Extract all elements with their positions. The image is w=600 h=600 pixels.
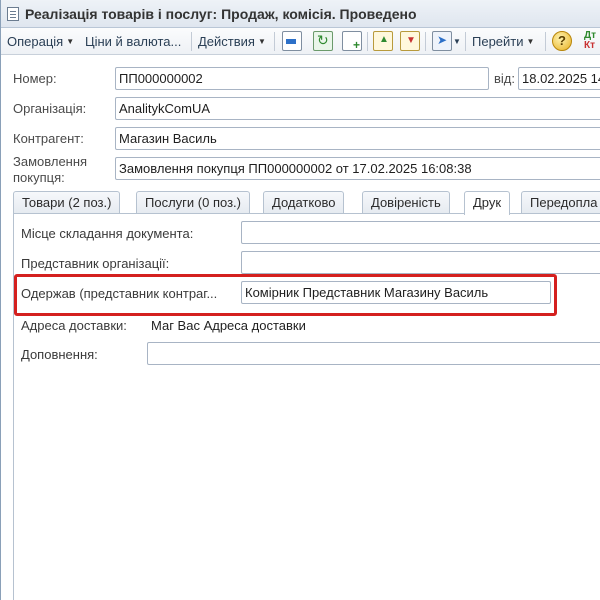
copy-document-icon[interactable] <box>342 31 362 52</box>
tab-prepayment[interactable]: Передопла <box>521 191 600 214</box>
document-icon <box>7 7 19 21</box>
toolbar-separator <box>191 32 192 51</box>
actions-menu[interactable]: Действия ▼ <box>198 32 266 51</box>
toolbar-separator <box>425 32 426 51</box>
number-label: Номер: <box>13 71 57 86</box>
customer-order-label: Замовлення покупця: <box>13 154 87 186</box>
unpost-document-icon[interactable] <box>400 31 420 51</box>
post-document-icon[interactable] <box>373 31 393 51</box>
org-representative-field[interactable] <box>241 251 600 274</box>
toolbar-separator <box>274 32 275 51</box>
counterparty-field[interactable]: Магазин Василь <box>115 127 600 150</box>
toolbar-separator <box>545 32 546 51</box>
addition-field[interactable] <box>147 342 600 365</box>
document-window: Реалізація товарів і послуг: Продаж, ком… <box>0 0 600 600</box>
title-bar: Реалізація товарів і послуг: Продаж, ком… <box>1 0 600 28</box>
based-on-icon[interactable] <box>432 31 452 51</box>
receiver-field[interactable]: Комірник Представник Магазину Василь <box>241 281 551 304</box>
goto-menu[interactable]: Перейти ▼ <box>472 32 534 51</box>
organization-label: Організація: <box>13 101 87 116</box>
tab-additional[interactable]: Додатково <box>263 191 345 214</box>
operation-menu-label: Операція <box>7 34 64 49</box>
chevron-down-icon: ▼ <box>526 37 535 46</box>
refresh-icon[interactable] <box>313 31 333 51</box>
receiver-label: Одержав (представник контраг... <box>21 286 218 301</box>
customer-order-label-line2: покупця: <box>13 170 65 185</box>
counterparty-label: Контрагент: <box>13 131 84 146</box>
customer-order-label-line1: Замовлення <box>13 154 88 169</box>
chevron-down-icon: ▼ <box>66 37 75 46</box>
toolbar: Операція▼ Ціни й валюта... Действия▼ ▼ П… <box>1 28 600 55</box>
date-label: від: <box>494 71 515 86</box>
tab-strip: Товари (2 поз.) Послуги (0 поз.) Додатко… <box>13 191 600 215</box>
document-place-label: Місце складання документа: <box>21 226 194 241</box>
org-representative-label: Представник організації: <box>21 256 170 271</box>
window-title: Реалізація товарів і послуг: Продаж, ком… <box>25 6 417 22</box>
help-icon[interactable]: ? <box>552 31 572 51</box>
tab-power-of-attorney[interactable]: Довіреність <box>362 191 450 214</box>
tab-print[interactable]: Друк <box>464 191 511 215</box>
document-place-field[interactable] <box>241 221 600 244</box>
organization-field[interactable]: AnalitykComUA <box>115 97 600 120</box>
toolbar-separator <box>367 32 368 51</box>
chevron-down-icon: ▼ <box>257 37 266 46</box>
tab-services[interactable]: Послуги (0 поз.) <box>136 191 250 214</box>
prices-currency-button[interactable]: Ціни й валюта... <box>85 32 181 51</box>
date-field[interactable]: 18.02.2025 14 <box>518 67 600 90</box>
delivery-address-label: Адреса доставки: <box>21 318 127 333</box>
move-left-icon[interactable] <box>282 31 302 51</box>
toolbar-separator <box>465 32 466 51</box>
goto-menu-label: Перейти <box>472 34 524 49</box>
tab-goods[interactable]: Товари (2 поз.) <box>13 191 121 214</box>
dt-kt-icon[interactable]: Дт Кт <box>584 31 596 51</box>
operation-menu[interactable]: Операція ▼ <box>7 32 74 51</box>
addition-label: Доповнення: <box>21 347 98 362</box>
kt-label: Кт <box>584 40 596 51</box>
customer-order-field[interactable]: Замовлення покупця ПП000000002 от 17.02.… <box>115 157 600 180</box>
actions-menu-label: Действия <box>198 34 255 49</box>
delivery-address-field[interactable]: Маг Вас Адреса доставки <box>147 314 600 337</box>
number-field[interactable]: ПП000000002 <box>115 67 489 90</box>
chevron-down-icon[interactable]: ▼ <box>453 32 461 51</box>
